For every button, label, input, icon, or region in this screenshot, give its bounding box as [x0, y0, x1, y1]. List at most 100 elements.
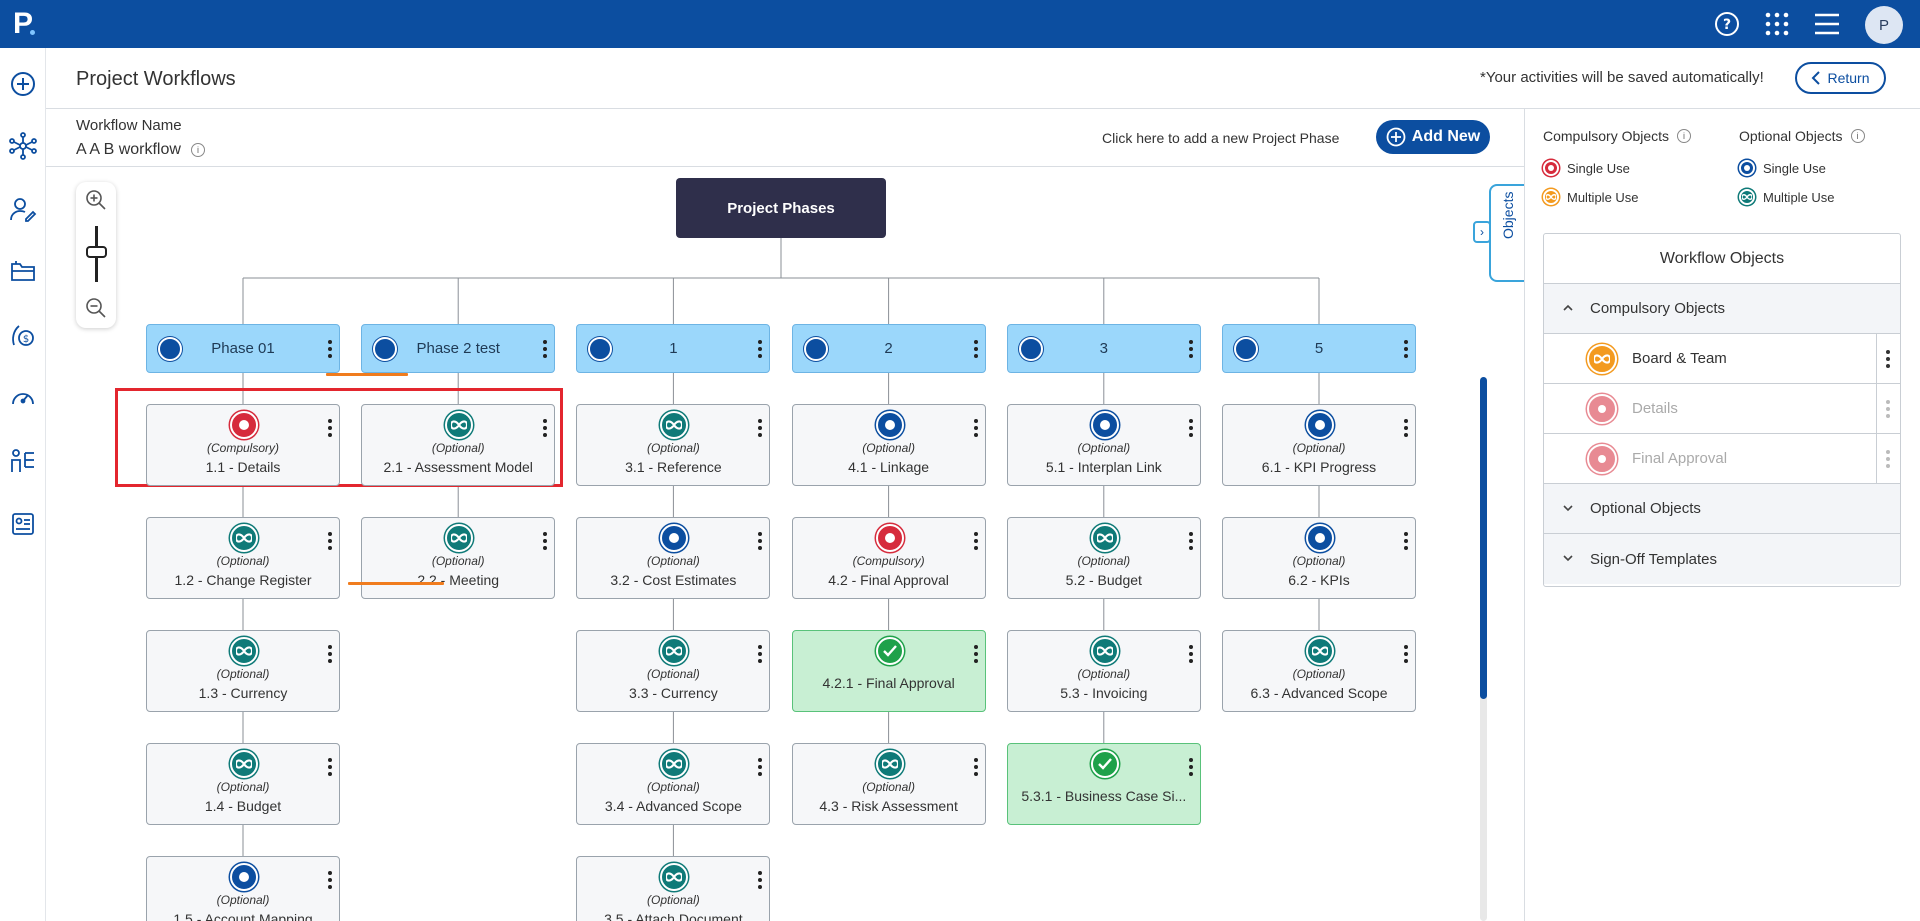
more-options-icon[interactable] [757, 645, 763, 663]
phase-header[interactable]: 2 [791, 324, 986, 373]
folder-icon[interactable] [8, 256, 38, 286]
phase-header[interactable]: Phase 2 test [361, 324, 556, 373]
more-options-icon[interactable] [1188, 419, 1194, 437]
workflow-object-card[interactable]: (Optional) 6.3 - Advanced Scope [1222, 630, 1416, 712]
project-phases-root[interactable]: Project Phases [676, 178, 886, 238]
add-phase-hint: Click here to add a new Project Phase [1102, 130, 1340, 146]
user-edit-icon[interactable] [8, 194, 38, 224]
more-options-icon[interactable] [1188, 758, 1194, 776]
info-icon[interactable]: i [1677, 129, 1692, 143]
team-structure-icon[interactable] [8, 446, 38, 476]
phase-header[interactable]: 1 [576, 324, 771, 373]
more-options-icon[interactable] [327, 871, 333, 889]
zoom-out-icon[interactable] [84, 296, 108, 320]
more-options-icon[interactable] [327, 419, 333, 437]
object-type: (Optional) [216, 667, 270, 681]
workflow-canvas[interactable]: Project Phases Phase 01 (Compulsory) 1.1 -… [46, 167, 1524, 921]
more-options-icon[interactable] [757, 339, 763, 358]
more-options-icon[interactable] [757, 871, 763, 889]
more-options-icon[interactable] [1188, 532, 1194, 550]
more-options-icon[interactable] [1403, 532, 1409, 550]
add-circle-icon[interactable] [8, 69, 38, 99]
more-options-icon[interactable] [973, 532, 979, 550]
help-icon[interactable]: ? [1713, 10, 1741, 38]
zoom-in-icon[interactable] [84, 188, 108, 212]
workflow-object-card[interactable]: (Optional) 6.2 - KPIs [1222, 517, 1416, 599]
workflow-object-card[interactable]: (Optional) 3.4 - Advanced Scope [576, 743, 771, 825]
workflow-object-card[interactable]: (Optional) 5.3 - Invoicing [1006, 630, 1201, 712]
workflow-object-card[interactable]: (Optional) 4.3 - Risk Assessment [791, 743, 986, 825]
signoff-templates-section[interactable]: Sign-Off Templates [1544, 534, 1900, 584]
info-icon[interactable]: i [1850, 129, 1865, 143]
workflow-object-card[interactable]: (Optional) 6.1 - KPI Progress [1222, 404, 1416, 486]
more-options-icon[interactable] [542, 532, 548, 550]
apps-grid-icon[interactable] [1763, 10, 1791, 38]
objects-side-tab[interactable]: Objects [1489, 184, 1524, 282]
more-options-icon[interactable] [542, 419, 548, 437]
workflow-object-card[interactable]: (Compulsory) 1.1 - Details [146, 404, 340, 486]
canvas-scrollbar[interactable] [1480, 377, 1487, 921]
object-type: (Optional) [1077, 667, 1131, 681]
workflow-object-card[interactable]: (Optional) 4.1 - Linkage [791, 404, 986, 486]
more-options-icon[interactable] [973, 758, 979, 776]
workflow-object-card[interactable]: (Optional) 1.5 - Account Mapping [146, 856, 340, 921]
return-button[interactable]: Return [1795, 62, 1886, 94]
workflow-network-icon[interactable] [8, 131, 38, 161]
workflow-object-card[interactable]: (Optional) 2.1 - Assessment Model [361, 404, 556, 486]
workflow-object-card[interactable]: 4.2.1 - Final Approval [791, 630, 986, 712]
chevron-right-icon[interactable]: › [1473, 221, 1491, 243]
object-label: 5.3 - Invoicing [1060, 685, 1148, 701]
drag-handle-icon [1876, 434, 1890, 483]
workflow-object-card[interactable]: (Optional) 3.5 - Attach Document [576, 856, 771, 921]
more-options-icon[interactable] [542, 339, 548, 358]
object-type: (Optional) [431, 441, 485, 455]
zoom-slider-handle[interactable] [86, 246, 107, 258]
multiple-use-icon [1090, 524, 1119, 552]
report-icon[interactable] [8, 509, 38, 539]
workflow-object-card[interactable]: (Optional) 2.2 - Meeting [361, 517, 556, 599]
scrollbar-thumb[interactable] [1480, 377, 1487, 699]
workflow-object-card[interactable]: (Compulsory) 4.2 - Final Approval [791, 517, 986, 599]
compulsory-objects-section[interactable]: Compulsory Objects [1544, 284, 1900, 334]
workflow-object-card[interactable]: (Optional) 1.3 - Currency [146, 630, 340, 712]
workflow-object-card[interactable]: (Optional) 3.1 - Reference [576, 404, 771, 486]
chevron-down-icon [1563, 505, 1573, 512]
workflow-object-card[interactable]: (Optional) 5.2 - Budget [1006, 517, 1201, 599]
optional-objects-section[interactable]: Optional Objects [1544, 484, 1900, 534]
more-options-icon[interactable] [973, 645, 979, 663]
more-options-icon[interactable] [327, 645, 333, 663]
dashboard-gauge-icon[interactable] [8, 383, 38, 413]
phase-header[interactable]: 3 [1006, 324, 1201, 373]
workflow-object-card[interactable]: (Optional) 5.1 - Interplan Link [1006, 404, 1201, 486]
more-options-icon[interactable] [1188, 339, 1194, 358]
phase-header[interactable]: Phase 01 [146, 324, 340, 373]
more-options-icon[interactable] [757, 532, 763, 550]
more-options-icon[interactable] [973, 339, 979, 358]
more-options-icon[interactable] [1403, 419, 1409, 437]
more-options-icon[interactable] [757, 758, 763, 776]
add-new-button[interactable]: Add New [1376, 120, 1490, 154]
workflow-object-card[interactable]: (Optional) 1.2 - Change Register [146, 517, 340, 599]
more-options-icon[interactable] [973, 419, 979, 437]
more-options-icon[interactable] [327, 532, 333, 550]
phase-header[interactable]: 5 [1222, 324, 1416, 373]
app-logo[interactable]: P [0, 0, 46, 48]
more-options-icon[interactable] [1403, 645, 1409, 663]
info-icon[interactable]: i [190, 143, 205, 157]
object-item-board-team[interactable]: Board & Team [1544, 334, 1900, 384]
workflow-object-card[interactable]: 5.3.1 - Business Case Si... [1006, 743, 1201, 825]
menu-icon[interactable] [1813, 10, 1841, 38]
more-options-icon[interactable] [1403, 339, 1409, 358]
more-options-icon[interactable] [327, 758, 333, 776]
more-options-icon[interactable] [757, 419, 763, 437]
workflow-object-card[interactable]: (Optional) 3.2 - Cost Estimates [576, 517, 771, 599]
more-options-icon[interactable] [1188, 645, 1194, 663]
finance-icon[interactable]: $ [8, 320, 38, 350]
drag-handle-icon[interactable] [1876, 334, 1890, 383]
more-options-icon[interactable] [327, 339, 333, 358]
workflow-object-card[interactable]: (Optional) 3.3 - Currency [576, 630, 771, 712]
object-label: 6.3 - Advanced Scope [1250, 685, 1388, 701]
user-avatar[interactable]: P [1865, 6, 1903, 44]
single-use-icon [1234, 337, 1258, 361]
workflow-object-card[interactable]: (Optional) 1.4 - Budget [146, 743, 340, 825]
